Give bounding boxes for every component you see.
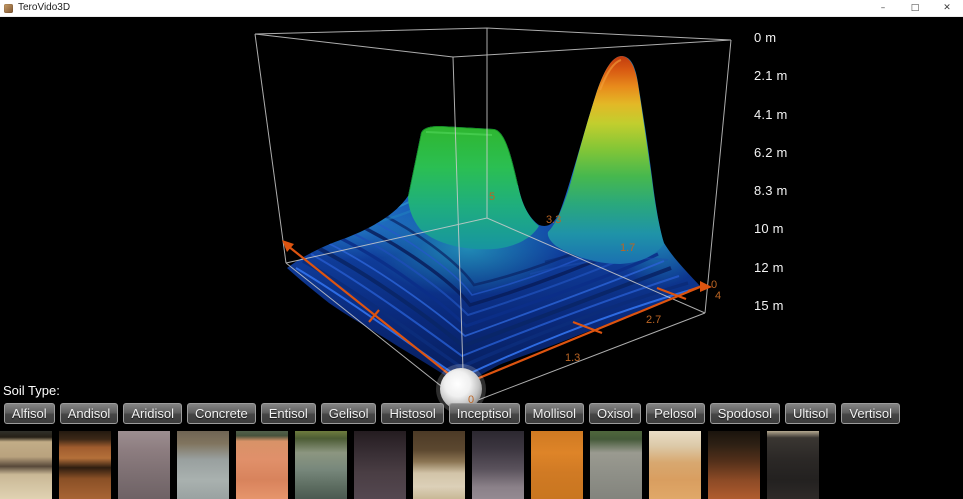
- x-tick-2: 2.7: [646, 314, 661, 326]
- title-bar[interactable]: TeroVido3D – □ ✕: [0, 0, 963, 17]
- maximize-button[interactable]: □: [899, 0, 931, 16]
- soil-type-button[interactable]: Aridisol: [123, 403, 182, 424]
- soil-profile-image[interactable]: [236, 431, 288, 499]
- soil-type-button[interactable]: Andisol: [60, 403, 119, 424]
- depth-label: 6.2 m: [754, 146, 788, 160]
- depth-label: 8.3 m: [754, 184, 788, 198]
- soil-type-button[interactable]: Pelosol: [646, 403, 705, 424]
- minimize-button[interactable]: –: [867, 0, 899, 16]
- window-controls: – □ ✕: [867, 0, 963, 16]
- radar-3d-viewport[interactable]: 0 1.3 2.7 4 0 1.7 3.3 5: [0, 0, 963, 499]
- terovido3d-window: { "window": { "title": "TeroVido3D", "mi…: [0, 0, 963, 499]
- close-button[interactable]: ✕: [931, 0, 963, 16]
- soil-type-button[interactable]: Entisol: [261, 403, 316, 424]
- soil-profile-image[interactable]: [649, 431, 701, 499]
- soil-profile-image[interactable]: [708, 431, 760, 499]
- soil-profile-image[interactable]: [472, 431, 524, 499]
- soil-profile-thumbnails: [0, 431, 819, 499]
- soil-type-button[interactable]: Vertisol: [841, 403, 900, 424]
- depth-label: 0 m: [754, 31, 788, 45]
- depth-label: 2.1 m: [754, 69, 788, 83]
- soil-profile-image[interactable]: [295, 431, 347, 499]
- soil-type-button[interactable]: Alfisol: [4, 403, 55, 424]
- soil-profile-image[interactable]: [0, 431, 52, 499]
- soil-type-button[interactable]: Concrete: [187, 403, 256, 424]
- soil-type-button[interactable]: Ultisol: [785, 403, 836, 424]
- soil-type-button[interactable]: Histosol: [381, 403, 443, 424]
- depth-label: 4.1 m: [754, 108, 788, 122]
- soil-type-button[interactable]: Mollisol: [525, 403, 584, 424]
- soil-type-buttons: Alfisol Andisol Aridisol Concrete Entiso…: [4, 403, 900, 424]
- soil-profile-image[interactable]: [177, 431, 229, 499]
- y-tick-0: 0: [711, 279, 717, 291]
- soil-type-button[interactable]: Spodosol: [710, 403, 780, 424]
- soil-profile-image[interactable]: [354, 431, 406, 499]
- app-icon: [4, 4, 13, 13]
- depth-label: 10 m: [754, 222, 788, 236]
- soil-profile-image[interactable]: [118, 431, 170, 499]
- soil-type-section-label: Soil Type:: [3, 383, 60, 398]
- y-tick-2: 3.3: [546, 214, 561, 226]
- window-title: TeroVido3D: [18, 0, 70, 16]
- soil-profile-image[interactable]: [59, 431, 111, 499]
- y-tick-1: 1.7: [620, 242, 635, 254]
- x-tick-3: 4: [715, 290, 721, 302]
- soil-profile-image[interactable]: [767, 431, 819, 499]
- peak-anomaly: [548, 56, 664, 264]
- soil-type-button[interactable]: Inceptisol: [449, 403, 520, 424]
- soil-profile-image[interactable]: [413, 431, 465, 499]
- soil-type-button[interactable]: Gelisol: [321, 403, 377, 424]
- depth-scale: 0 m 2.1 m 4.1 m 6.2 m 8.3 m 10 m 12 m 15…: [754, 31, 788, 313]
- soil-type-button[interactable]: Oxisol: [589, 403, 641, 424]
- depth-label: 12 m: [754, 261, 788, 275]
- soil-profile-image[interactable]: [590, 431, 642, 499]
- x-tick-1: 1.3: [565, 352, 580, 364]
- depth-label: 15 m: [754, 299, 788, 313]
- soil-profile-image[interactable]: [531, 431, 583, 499]
- y-tick-3: 5: [489, 191, 495, 203]
